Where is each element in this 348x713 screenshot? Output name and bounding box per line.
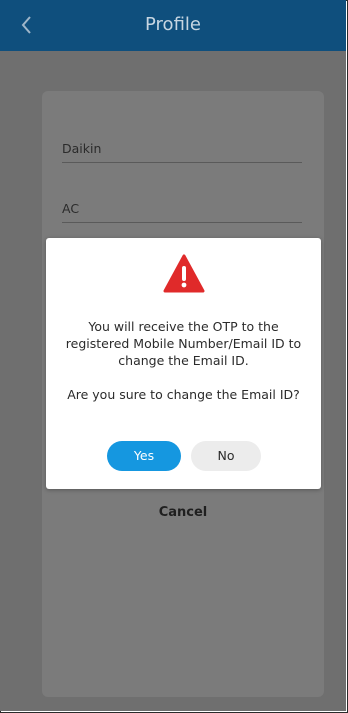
- no-button[interactable]: No: [191, 441, 261, 471]
- yes-button[interactable]: Yes: [107, 441, 181, 471]
- dialog-message: You will receive the OTP to the register…: [65, 319, 302, 368]
- brand-field[interactable]: Daikin: [62, 141, 302, 163]
- warning-icon: [163, 254, 205, 294]
- brand-field-value: Daikin: [62, 141, 102, 156]
- confirm-dialog: You will receive the OTP to the register…: [46, 238, 321, 489]
- category-field-value: AC: [62, 201, 80, 216]
- dialog-question: Are you sure to change the Email ID?: [67, 387, 300, 402]
- category-field[interactable]: AC: [62, 201, 302, 223]
- cancel-button[interactable]: Cancel: [42, 505, 324, 520]
- page-title: Profile: [145, 14, 201, 35]
- app-header: Profile: [0, 0, 346, 51]
